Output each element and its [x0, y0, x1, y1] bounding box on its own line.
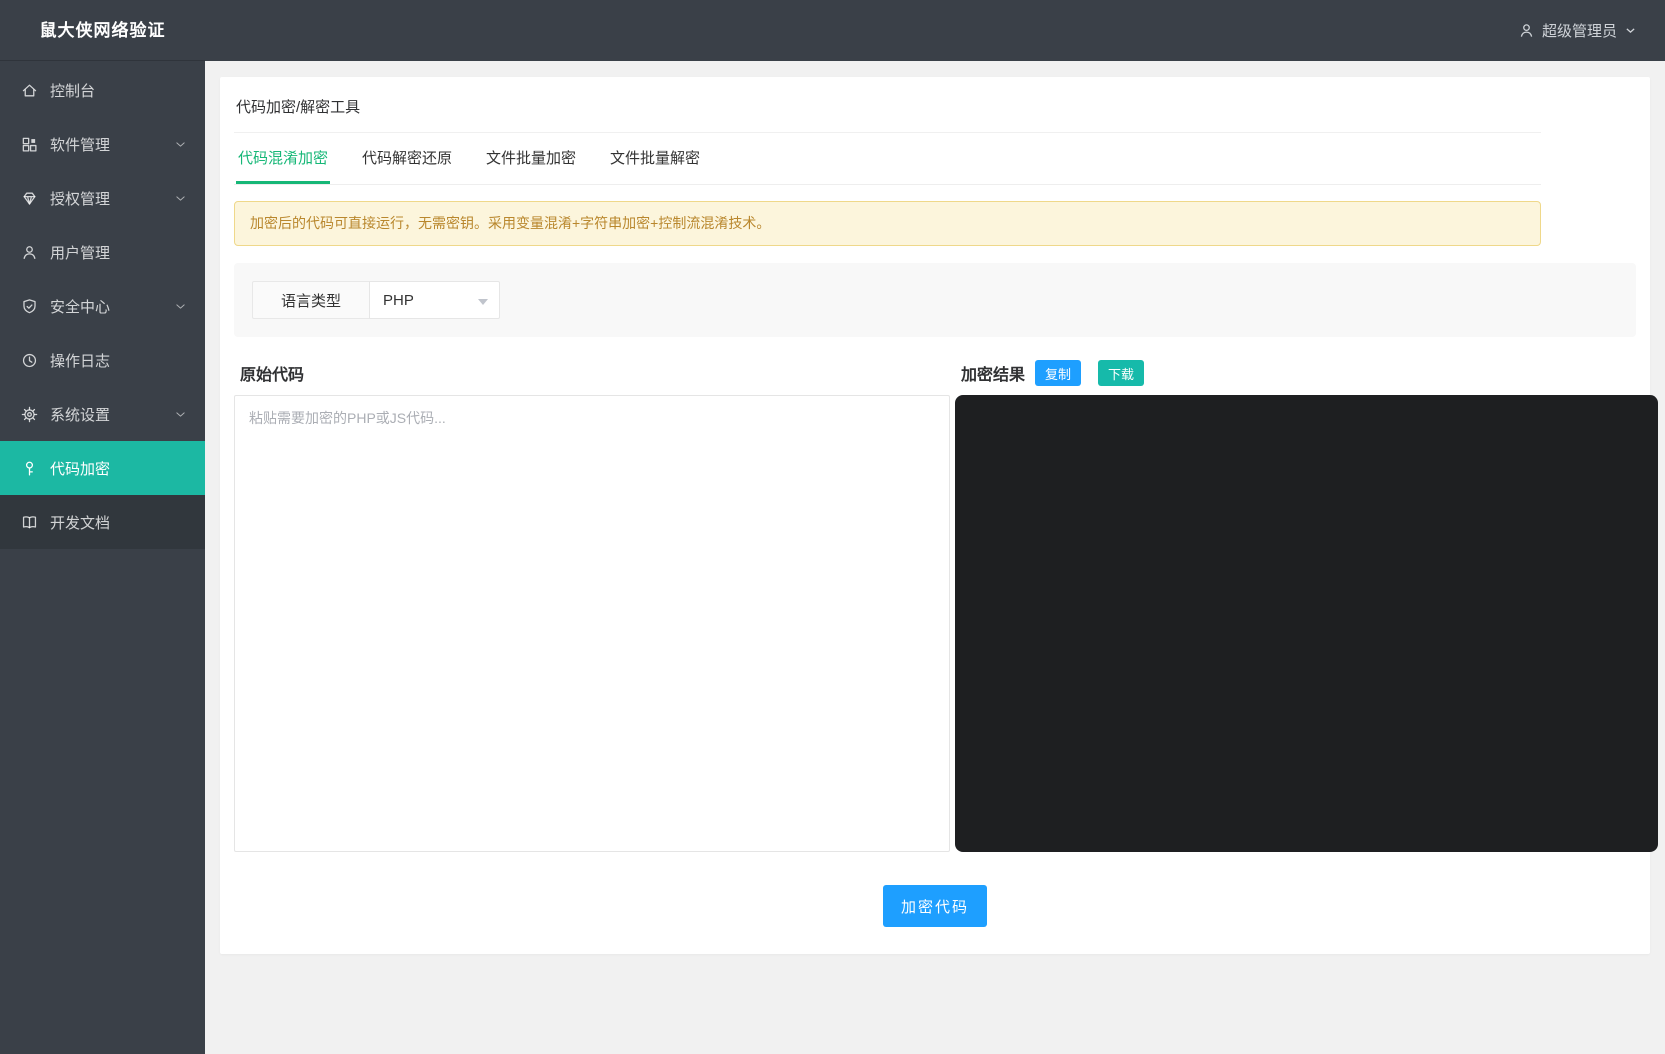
source-code-input[interactable]	[234, 395, 950, 852]
user-icon	[21, 244, 38, 261]
sidebar-item-label: 代码加密	[50, 458, 187, 479]
sidebar-item-software[interactable]: 软件管理	[0, 117, 205, 171]
editor-columns: 原始代码 加密结果 复制 下载	[234, 358, 1636, 852]
source-column: 原始代码	[234, 358, 950, 852]
tab-1[interactable]: 代码混淆加密	[236, 133, 330, 184]
copy-button[interactable]: 复制	[1035, 360, 1081, 386]
chevron-down-icon	[174, 192, 187, 205]
sidebar-item-label: 授权管理	[50, 188, 174, 209]
main-content: 代码加密/解密工具 代码混淆加密代码解密还原文件批量加密文件批量解密 加密后的代…	[205, 61, 1665, 1054]
card-head: 代码加密/解密工具 代码混淆加密代码解密还原文件批量加密文件批量解密 加密后的代…	[234, 77, 1541, 246]
result-column: 加密结果 复制 下载	[955, 358, 1658, 852]
chevron-down-icon	[174, 138, 187, 151]
sidebar: 鼠大侠网络验证 控制台软件管理授权管理用户管理安全中心操作日志系统设置代码加密开…	[0, 0, 205, 1054]
action-row: 加密代码	[234, 885, 1636, 927]
tab-bar: 代码混淆加密代码解密还原文件批量加密文件批量解密	[234, 133, 1541, 185]
home-icon	[21, 82, 38, 99]
chevron-down-icon	[1624, 24, 1637, 37]
download-button[interactable]: 下载	[1098, 360, 1144, 386]
clock-icon	[21, 352, 38, 369]
encrypt-button[interactable]: 加密代码	[883, 885, 987, 927]
sidebar-item-logs[interactable]: 操作日志	[0, 333, 205, 387]
caret-down-icon	[478, 299, 488, 305]
sidebar-item-label: 开发文档	[50, 512, 187, 533]
tool-card: 代码加密/解密工具 代码混淆加密代码解密还原文件批量加密文件批量解密 加密后的代…	[220, 77, 1650, 954]
sidebar-menu: 控制台软件管理授权管理用户管理安全中心操作日志系统设置代码加密开发文档	[0, 61, 205, 549]
language-label: 语言类型	[252, 281, 370, 319]
chevron-down-icon	[174, 300, 187, 313]
sidebar-item-label: 控制台	[50, 80, 187, 101]
gear-icon	[21, 406, 38, 423]
shield-icon	[21, 298, 38, 315]
sidebar-item-label: 系统设置	[50, 404, 174, 425]
language-select[interactable]: PHP	[369, 281, 500, 319]
key-icon	[21, 460, 38, 477]
chevron-down-icon	[174, 408, 187, 421]
tab-3[interactable]: 文件批量加密	[484, 133, 578, 184]
encrypted-result-panel[interactable]	[955, 395, 1658, 852]
result-label: 加密结果	[955, 361, 1025, 385]
topbar: 超级管理员	[205, 0, 1665, 61]
language-select-value: PHP	[383, 292, 414, 309]
user-menu[interactable]: 超级管理员	[1518, 20, 1637, 41]
book-icon	[21, 514, 38, 531]
sidebar-item-label: 安全中心	[50, 296, 174, 317]
sidebar-item-label: 操作日志	[50, 350, 187, 371]
page-title: 代码加密/解密工具	[234, 77, 1541, 133]
user-name: 超级管理员	[1542, 20, 1617, 41]
sidebar-item-docs[interactable]: 开发文档	[0, 495, 205, 549]
sidebar-item-settings[interactable]: 系统设置	[0, 387, 205, 441]
language-form: 语言类型 PHP	[234, 263, 1636, 337]
tab-4[interactable]: 文件批量解密	[608, 133, 702, 184]
info-alert: 加密后的代码可直接运行，无需密钥。采用变量混淆+字符串加密+控制流混淆技术。	[234, 201, 1541, 246]
sidebar-item-label: 软件管理	[50, 134, 174, 155]
app-logo: 鼠大侠网络验证	[0, 0, 205, 61]
sidebar-item-users[interactable]: 用户管理	[0, 225, 205, 279]
apps-icon	[21, 136, 38, 153]
tab-2[interactable]: 代码解密还原	[360, 133, 454, 184]
source-label: 原始代码	[234, 361, 304, 385]
sidebar-item-label: 用户管理	[50, 242, 187, 263]
diamond-icon	[21, 190, 38, 207]
sidebar-item-license[interactable]: 授权管理	[0, 171, 205, 225]
sidebar-item-security[interactable]: 安全中心	[0, 279, 205, 333]
person-icon	[1518, 22, 1535, 39]
sidebar-item-code-encrypt[interactable]: 代码加密	[0, 441, 205, 495]
sidebar-item-dashboard[interactable]: 控制台	[0, 63, 205, 117]
